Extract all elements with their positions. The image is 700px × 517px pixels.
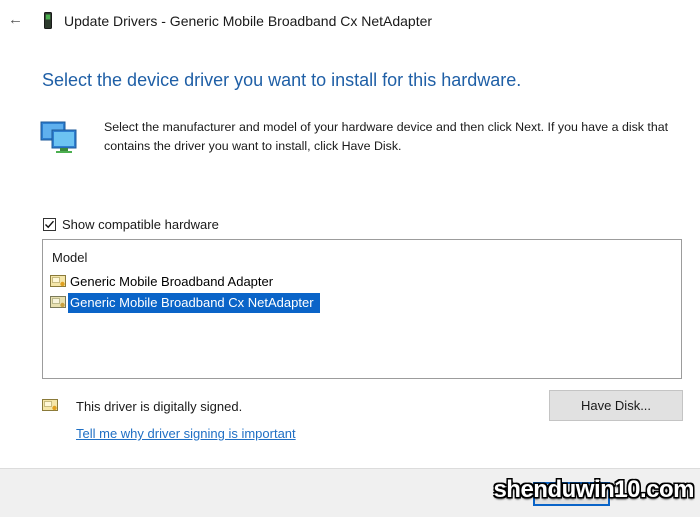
driver-icon: [50, 275, 66, 287]
page-heading: Select the device driver you want to ins…: [42, 70, 522, 90]
checkmark-icon: [45, 220, 55, 229]
model-column-header: Model: [52, 250, 88, 265]
driver-signing-link[interactable]: Tell me why driver signing is important: [76, 426, 296, 441]
list-item-label: Generic Mobile Broadband Adapter: [70, 274, 274, 289]
watermark: shenduwin10.com: [493, 476, 694, 503]
have-disk-button[interactable]: Have Disk...: [549, 390, 683, 421]
list-item-label: Generic Mobile Broadband Cx NetAdapter: [68, 293, 320, 313]
show-compatible-label[interactable]: Show compatible hardware: [62, 217, 219, 232]
instructions-text: Select the manufacturer and model of you…: [104, 120, 669, 153]
monitors-icon: [40, 121, 77, 153]
signed-certificate-icon: [42, 399, 58, 411]
driver-icon: [50, 296, 66, 308]
window-title: Update Drivers - Generic Mobile Broadban…: [64, 13, 433, 29]
signed-status-text: This driver is digitally signed.: [76, 399, 243, 414]
show-compatible-checkbox[interactable]: [43, 218, 56, 231]
back-arrow-icon[interactable]: ←: [8, 10, 23, 30]
mobile-device-icon: [44, 12, 52, 29]
